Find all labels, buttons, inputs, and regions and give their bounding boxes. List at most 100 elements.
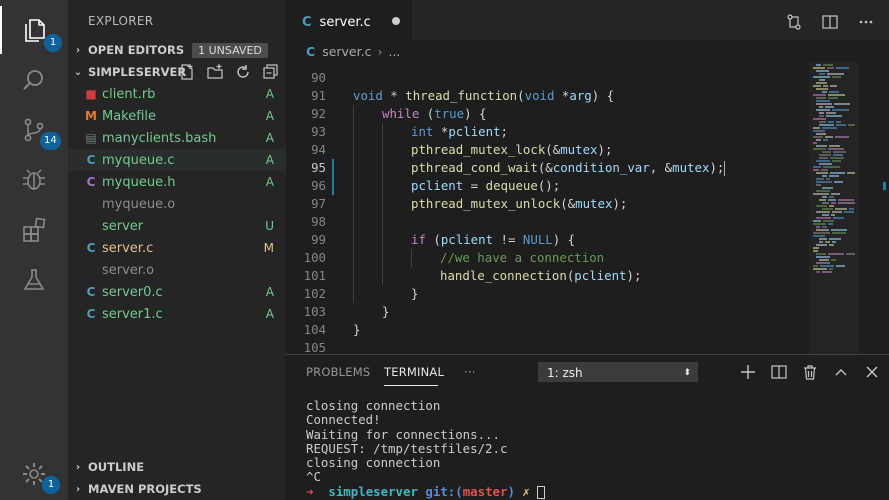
file-item[interactable]: M Makefile A (68, 105, 286, 127)
minimap-row (838, 199, 854, 201)
terminal-output[interactable]: closing connection Connected! Waiting for … (306, 398, 546, 499)
tab-server-c[interactable]: C server.c (286, 0, 412, 44)
minimap-row (819, 124, 834, 126)
minimap-row (833, 217, 844, 219)
code-token: handle_connection (440, 268, 567, 283)
debug-activity-button[interactable] (0, 156, 68, 204)
tab-terminal[interactable]: TERMINAL (384, 365, 444, 379)
code-token: * (433, 124, 449, 139)
code-token: if (411, 232, 426, 247)
minimap-row (816, 88, 828, 90)
code-text: if (pclient != NULL) { (411, 231, 575, 249)
minimap-row (813, 250, 818, 252)
file-item[interactable]: Cserver.c M (68, 237, 286, 259)
open-changes-icon[interactable] (785, 13, 803, 31)
activity-bar: 1 14 1 (0, 0, 68, 500)
minimap-row (822, 208, 833, 210)
minimap-row (834, 103, 850, 105)
minimap-row (816, 178, 824, 180)
minimap-row (822, 214, 829, 216)
line-number: 101 (303, 268, 326, 283)
file-item[interactable]: ▤ manyclients.bash A (68, 127, 286, 149)
split-terminal-icon[interactable] (770, 363, 788, 381)
code-token: pclient (411, 178, 464, 193)
refresh-icon[interactable] (234, 63, 252, 81)
file-name: server.o (102, 262, 155, 278)
source-control-activity-button[interactable]: 14 (0, 106, 68, 154)
code-editor[interactable]: 90 91 void * thread_function(void *arg) {9… (286, 62, 809, 354)
minimap-row (816, 82, 827, 84)
code-token: pthread_mutex_lock (411, 142, 546, 157)
code-token: true (434, 106, 465, 121)
new-file-icon[interactable] (178, 63, 196, 81)
source-control-badge: 14 (40, 132, 61, 150)
code-text: } (382, 303, 389, 321)
file-item[interactable]: ■ client.rb A (68, 83, 286, 105)
unsaved-dot-icon[interactable] (392, 17, 400, 25)
open-editors-section[interactable]: › OPEN EDITORS 1 UNSAVED (68, 39, 286, 61)
search-activity-button[interactable] (0, 56, 68, 104)
new-terminal-icon[interactable] (739, 363, 757, 381)
extensions-activity-button[interactable] (0, 206, 68, 254)
modified-lines-gutter[interactable] (332, 159, 334, 195)
terminal-selector[interactable]: 1: zsh ⬍ (538, 362, 698, 382)
minimap-row (819, 121, 826, 123)
breadcrumb-file[interactable]: server.c (322, 44, 371, 59)
active-tab-indicator (384, 385, 438, 386)
maven-projects-section[interactable]: › MAVEN PROJECTS (68, 478, 286, 500)
manage-activity-button[interactable]: 1 (0, 450, 68, 498)
test-activity-button[interactable] (0, 256, 68, 304)
indent-guide (382, 123, 383, 285)
code-token: condition_var (552, 160, 650, 175)
file-item[interactable]: myqueue.o (68, 193, 286, 215)
file-item[interactable]: server.o (68, 259, 286, 281)
close-panel-icon[interactable] (863, 363, 881, 381)
explorer-activity-button[interactable]: 1 (0, 6, 68, 54)
minimap-row (813, 223, 826, 225)
file-item[interactable]: server U (68, 215, 286, 237)
file-item[interactable]: Cmyqueue.c A (68, 149, 286, 171)
code-token: ; (500, 124, 508, 139)
minimap-row (816, 262, 830, 264)
minimap-row (823, 139, 828, 141)
maximize-panel-icon[interactable] (832, 363, 850, 381)
git-status-badge: A (265, 131, 274, 145)
minimap-change-marker (883, 182, 886, 190)
panel-more-button[interactable]: ··· (464, 365, 476, 379)
minimap-row (849, 208, 854, 210)
tab-problems[interactable]: PROBLEMS (306, 365, 370, 379)
collapse-all-icon[interactable] (262, 63, 280, 81)
code-token: pclient (448, 124, 501, 139)
c-file-icon: C (86, 153, 96, 167)
breadcrumb-more[interactable]: ... (388, 44, 400, 59)
file-item[interactable]: Cserver0.c A (68, 281, 286, 303)
minimap-row (822, 271, 832, 273)
makefile-icon: M (85, 109, 97, 123)
breadcrumb-separator: › (377, 43, 383, 59)
line-number: 95 (311, 160, 326, 175)
code-token: ) { (591, 88, 615, 103)
code-line: 104} (286, 321, 809, 339)
minimap-row (819, 73, 825, 75)
trash-icon[interactable] (801, 363, 819, 381)
file-item[interactable]: Cserver1.c A (68, 303, 286, 325)
new-folder-icon[interactable] (206, 63, 224, 81)
split-editor-icon[interactable] (821, 13, 839, 31)
minimap-row (816, 160, 830, 162)
minimap-row (819, 157, 828, 159)
minimap-row (813, 235, 825, 237)
extensions-icon (23, 217, 46, 242)
outline-section[interactable]: › OUTLINE (68, 456, 286, 478)
folder-section-simpleserver[interactable]: ⌄ SIMPLESERVER (68, 61, 286, 83)
minimap[interactable] (809, 62, 889, 354)
minimap-row (829, 175, 839, 177)
code-token: (& (560, 196, 576, 211)
more-actions-icon[interactable] (857, 13, 875, 31)
code-line: 98 (286, 213, 809, 231)
line-number: 90 (311, 70, 326, 85)
line-number: 103 (303, 304, 326, 319)
code-token: mutex (672, 160, 710, 175)
file-item[interactable]: Cmyqueue.h A (68, 171, 286, 193)
line-number: 99 (311, 232, 326, 247)
line-number: 100 (303, 250, 326, 265)
